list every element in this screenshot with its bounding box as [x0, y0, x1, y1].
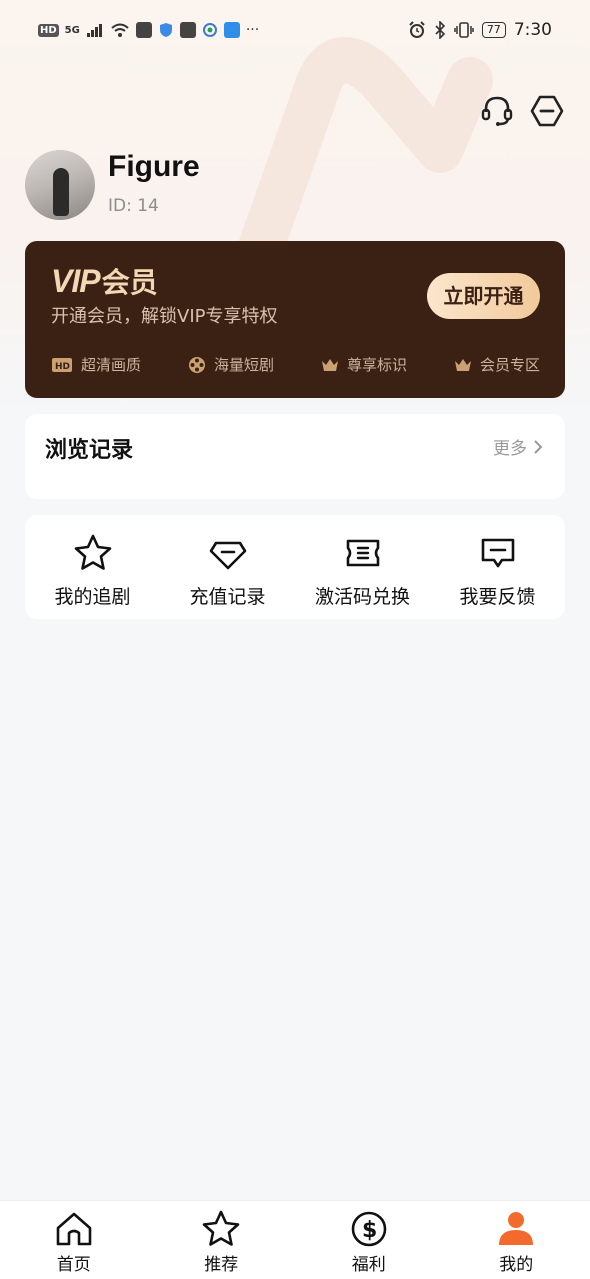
username: Figure: [108, 150, 200, 184]
avatar[interactable]: [25, 150, 95, 220]
tool-feedback[interactable]: 我要反馈: [430, 515, 565, 619]
tool-redeem-code[interactable]: 激活码兑换: [295, 515, 430, 619]
perk-label: 超清画质: [81, 354, 141, 375]
star-icon: [201, 1209, 241, 1249]
svg-text:HD: HD: [55, 362, 70, 372]
avatar-figure: [53, 168, 69, 216]
network-type: 5G: [65, 25, 80, 36]
vip-title-text: 会员: [102, 261, 158, 301]
diamond-icon: [208, 533, 248, 573]
crown-icon: [454, 357, 472, 373]
vip-subtitle: 开通会员，解锁VIP专享特权: [51, 302, 277, 328]
home-icon: [54, 1209, 94, 1249]
more-notifications: ···: [246, 22, 259, 38]
nav-label: 福利: [295, 1250, 443, 1275]
status-time: 7:30: [514, 20, 552, 40]
status-bar: HD 5G ··· 77 7:30: [0, 0, 590, 64]
tool-label: 我的追剧: [25, 582, 160, 609]
shopping-bag-icon-2: [180, 22, 196, 38]
ticket-icon: [343, 533, 383, 573]
settings-icon[interactable]: [530, 94, 564, 128]
perk-label: 尊享标识: [347, 354, 407, 375]
app-dot-icon: [202, 22, 218, 38]
tools-grid: 我的追剧 充值记录 激活码兑换 我要反馈: [25, 515, 565, 619]
profile-icon: [496, 1209, 536, 1249]
chevron-right-icon: [533, 439, 543, 455]
tool-label: 充值记录: [160, 582, 295, 609]
shopping-bag-icon: [136, 22, 152, 38]
tool-recharge-history[interactable]: 充值记录: [160, 515, 295, 619]
shield-icon: [158, 22, 174, 38]
hd-icon: HD: [51, 357, 73, 373]
weibo-icon: [224, 22, 240, 38]
star-icon: [73, 533, 113, 573]
svg-text:$: $: [362, 1218, 377, 1243]
vip-banner[interactable]: VIP 会员 开通会员，解锁VIP专享特权 立即开通 HD 超清画质 海量短剧 …: [25, 241, 565, 398]
tool-label: 我要反馈: [430, 582, 565, 609]
perk-label: 会员专区: [480, 354, 540, 375]
hd-badge: HD: [38, 24, 59, 37]
status-bar-left: HD 5G ···: [38, 22, 259, 38]
nav-welfare[interactable]: $ 福利: [295, 1201, 443, 1279]
vibrate-icon: [454, 21, 474, 39]
perk-hd: HD 超清画质: [51, 354, 141, 375]
tool-my-follows[interactable]: 我的追剧: [25, 515, 160, 619]
history-title: 浏览记录: [45, 432, 133, 464]
history-card: 浏览记录 更多: [25, 414, 565, 499]
perk-label: 海量短剧: [214, 354, 274, 375]
bluetooth-icon: [434, 21, 446, 39]
vip-title: VIP 会员: [51, 261, 158, 301]
nav-mine[interactable]: 我的: [443, 1201, 590, 1279]
battery-indicator: 77: [482, 22, 506, 38]
nav-label: 推荐: [148, 1250, 296, 1275]
alarm-icon: [408, 21, 426, 39]
nav-label: 我的: [443, 1250, 590, 1275]
vip-logo: VIP: [51, 263, 100, 300]
status-bar-right: 77 7:30: [408, 20, 552, 40]
perk-dramas: 海量短剧: [188, 354, 274, 375]
more-label: 更多: [493, 434, 527, 459]
nav-recommend[interactable]: 推荐: [148, 1201, 296, 1279]
coin-icon: $: [349, 1209, 389, 1249]
open-vip-button[interactable]: 立即开通: [427, 273, 540, 319]
wifi-icon: [110, 22, 130, 38]
nav-home[interactable]: 首页: [0, 1201, 148, 1279]
perk-zone: 会员专区: [454, 354, 540, 375]
vip-perks: HD 超清画质 海量短剧 尊享标识 会员专区: [51, 354, 540, 375]
feedback-icon: [478, 533, 518, 573]
signal-icon: [86, 23, 104, 37]
film-reel-icon: [188, 356, 206, 374]
tool-label: 激活码兑换: [295, 582, 430, 609]
nav-label: 首页: [0, 1250, 148, 1275]
crown-icon: [321, 357, 339, 373]
bottom-nav: 首页 推荐 $ 福利 我的: [0, 1200, 590, 1279]
customer-service-icon[interactable]: [480, 94, 514, 128]
history-more-link[interactable]: 更多: [493, 434, 543, 459]
perk-badge: 尊享标识: [321, 354, 407, 375]
user-id: ID: 14: [108, 196, 159, 216]
